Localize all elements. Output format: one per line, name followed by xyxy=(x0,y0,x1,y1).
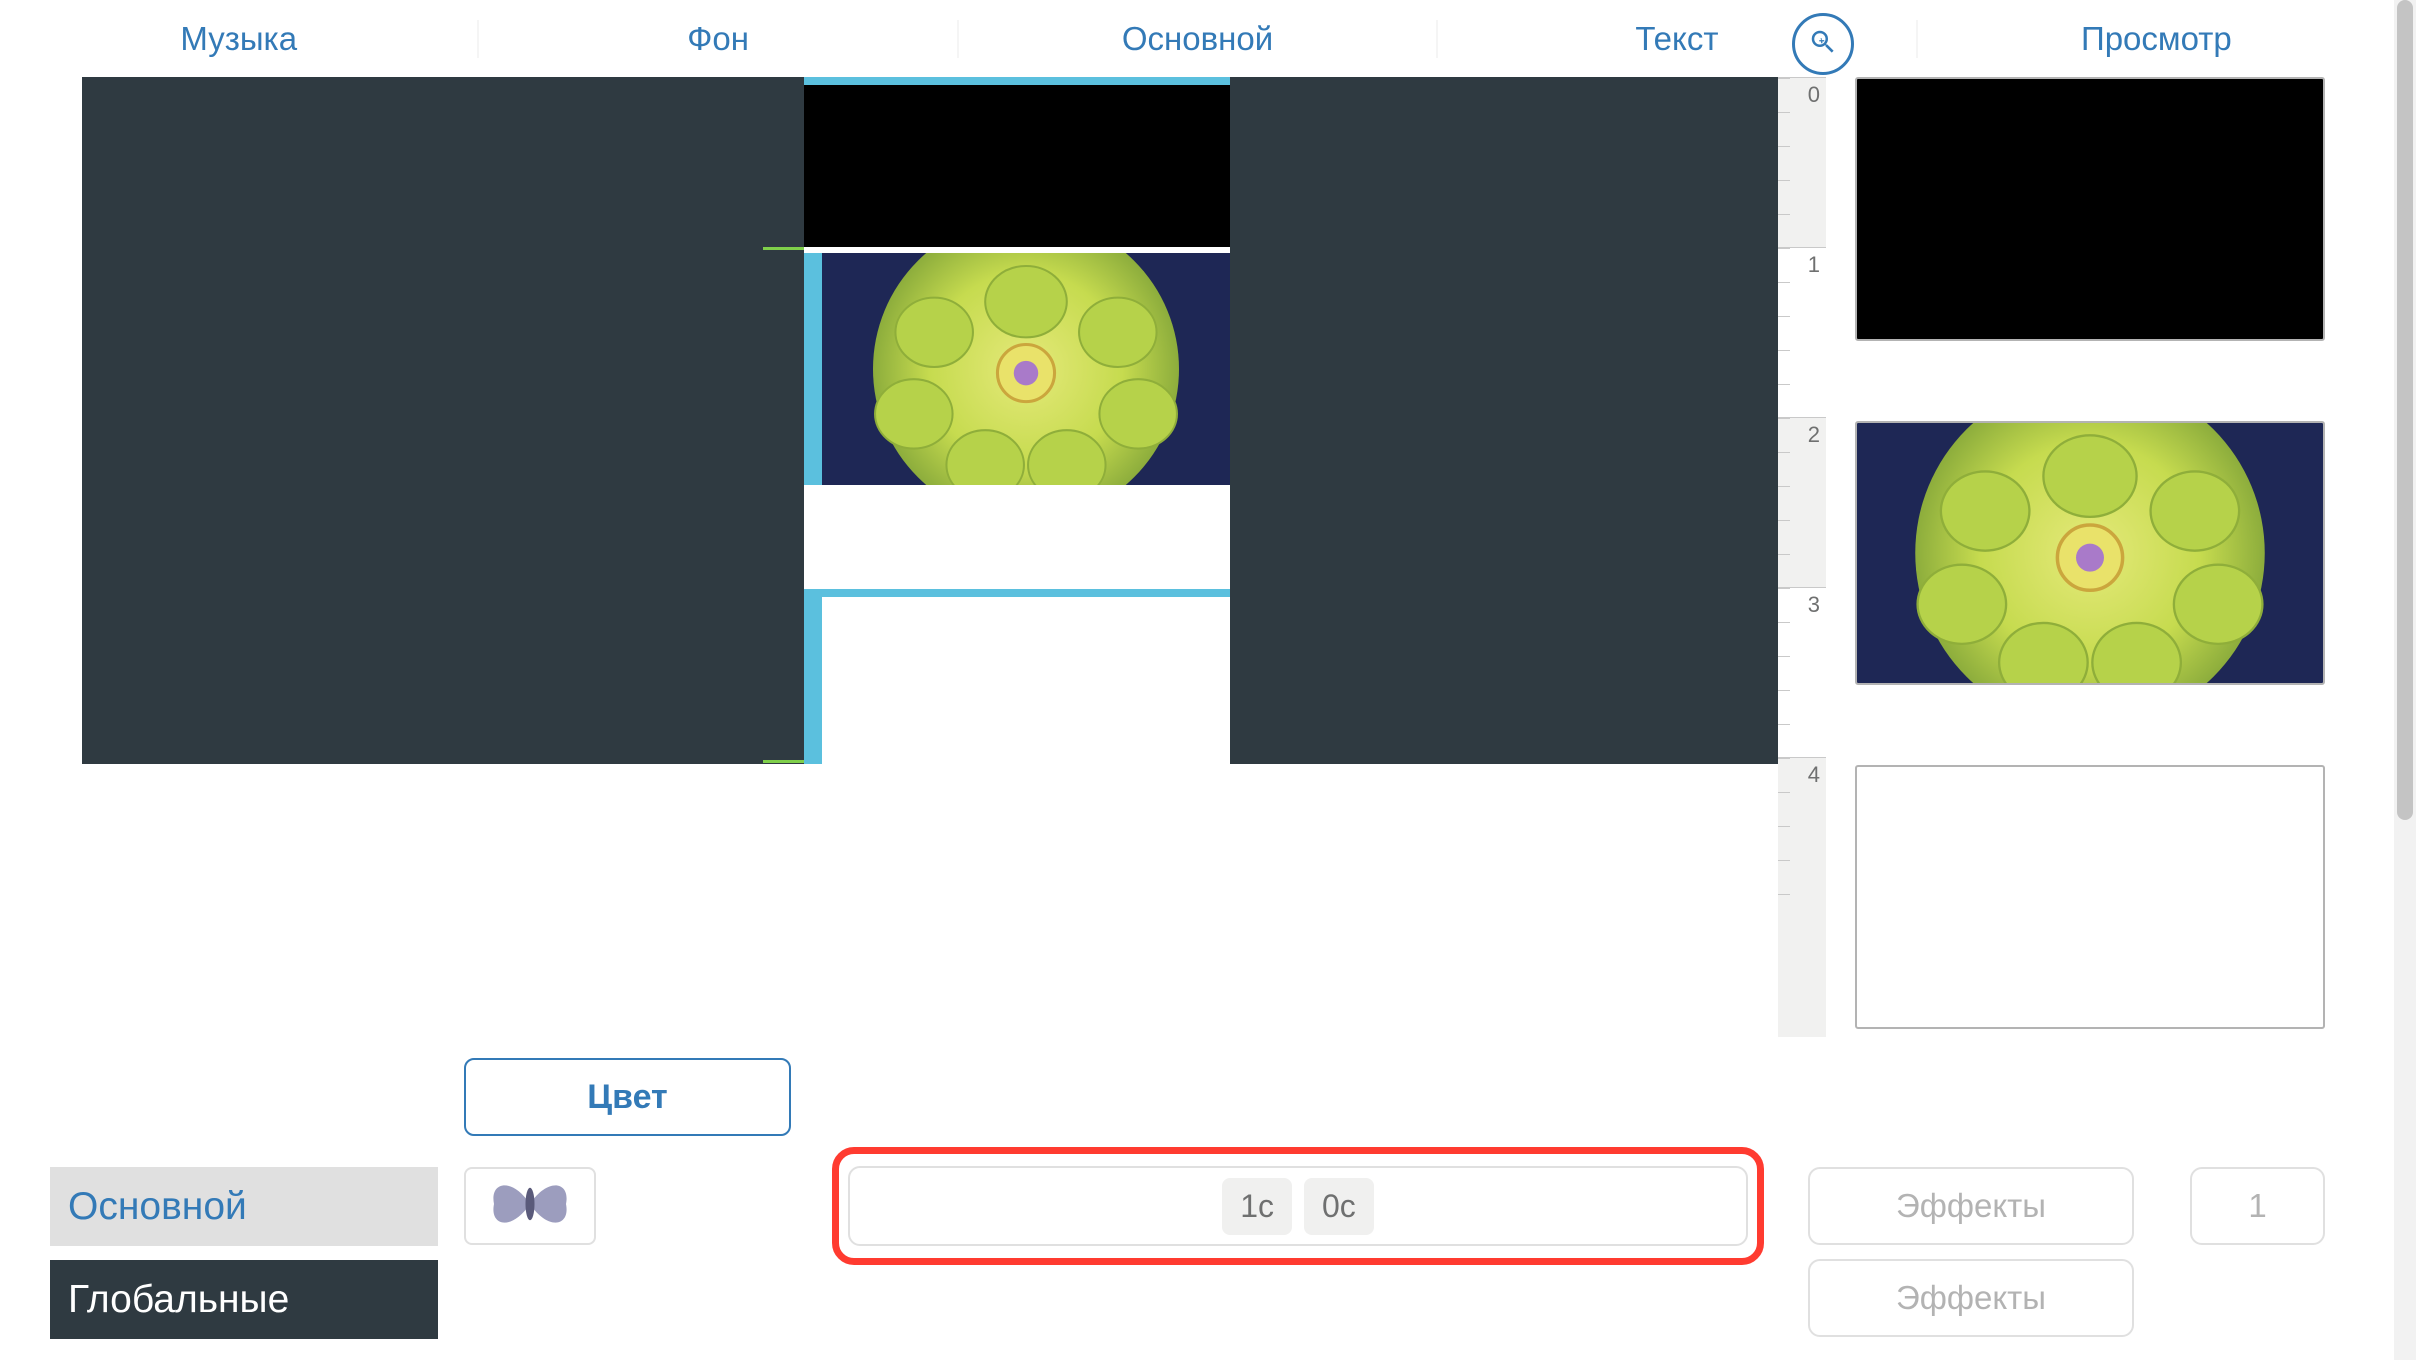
timeline-marker-top xyxy=(804,77,1230,85)
cut-marker xyxy=(763,247,804,250)
tab-music[interactable]: Музыка xyxy=(0,20,479,58)
side-tabs: Основной Глобальные xyxy=(50,1167,438,1339)
side-tab-main[interactable]: Основной xyxy=(50,1167,438,1246)
ruler-tick: 0 xyxy=(1808,82,1820,108)
duration-control-highlight: 1с 0с xyxy=(832,1147,1764,1265)
zoom-in-button[interactable] xyxy=(1792,13,1854,75)
clip-black[interactable] xyxy=(804,77,1230,247)
thumb-white[interactable] xyxy=(1855,765,2325,1029)
preview-thumbnails xyxy=(1855,77,2325,1109)
duration-in-chip[interactable]: 1с xyxy=(1222,1178,1292,1235)
ruler-tick: 1 xyxy=(1808,252,1820,278)
tab-main[interactable]: Основной xyxy=(959,20,1438,58)
clip-white[interactable] xyxy=(804,597,1230,764)
effects-button-2[interactable]: Эффекты xyxy=(1808,1259,2134,1337)
butterfly-icon xyxy=(485,1172,575,1241)
clip-image[interactable] xyxy=(804,253,1230,485)
side-tab-global[interactable]: Глобальные xyxy=(50,1260,438,1339)
effects-button-1[interactable]: Эффекты xyxy=(1808,1167,2134,1245)
thumb-image[interactable] xyxy=(1855,421,2325,685)
timeline-marker xyxy=(804,589,1230,597)
ruler-tick: 2 xyxy=(1808,422,1820,448)
top-tabs: Музыка Фон Основной Текст Просмотр xyxy=(0,0,2395,77)
tab-preview[interactable]: Просмотр xyxy=(1918,20,2395,58)
ruler-tick: 4 xyxy=(1808,762,1820,788)
duration-out-chip[interactable]: 0с xyxy=(1304,1178,1374,1235)
tab-background[interactable]: Фон xyxy=(479,20,958,58)
thumb-black[interactable] xyxy=(1855,77,2325,341)
timeline-ruler: 0 1 2 3 4 xyxy=(1778,77,1826,1037)
duration-input[interactable]: 1с 0с xyxy=(848,1166,1748,1246)
scroll-thumb[interactable] xyxy=(2397,0,2413,820)
timeline-center-track[interactable] xyxy=(804,77,1230,764)
page-scrollbar[interactable] xyxy=(2394,0,2416,1360)
transition-preset-button[interactable] xyxy=(464,1167,596,1245)
effects-count-input[interactable]: 1 xyxy=(2190,1167,2325,1245)
editor-canvas[interactable] xyxy=(82,77,1778,764)
ruler-tick: 3 xyxy=(1808,592,1820,618)
color-button[interactable]: Цвет xyxy=(464,1058,791,1136)
zoom-in-icon xyxy=(1808,27,1838,62)
cut-marker xyxy=(763,760,804,763)
clip-gap xyxy=(804,485,1230,589)
